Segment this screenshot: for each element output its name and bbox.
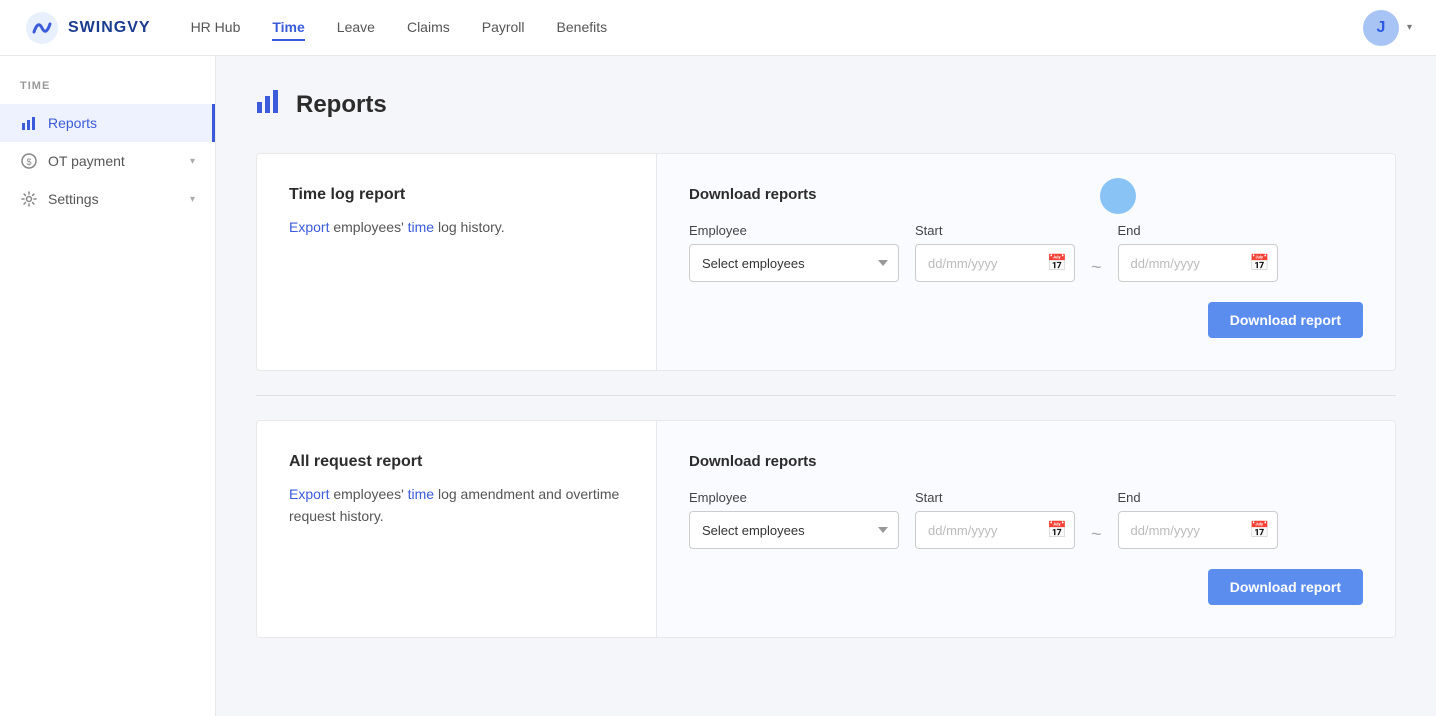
layout: TIME Reports $ OT payment ▾ (0, 56, 1436, 716)
time-log-btn-download-wrap: Download report (689, 302, 1363, 338)
page-header: Reports (256, 88, 1396, 121)
time-log-form-row: Employee Select employees Start 📅 ~ (689, 223, 1363, 282)
sidebar-item-ot-payment[interactable]: $ OT payment ▾ (0, 142, 215, 180)
desc-time-highlight: time (408, 219, 434, 235)
time-log-start-label: Start (915, 223, 1075, 238)
time-log-title: Time log report (289, 186, 624, 204)
time-log-employee-group: Employee Select employees (689, 223, 899, 282)
all-request-end-group: End 📅 (1118, 490, 1278, 549)
all-request-end-label: End (1118, 490, 1278, 505)
page-reports-icon (256, 88, 284, 121)
all-request-start-input-wrap: 📅 (915, 511, 1075, 549)
nav-links: HR Hub Time Leave Claims Payroll Benefit… (191, 15, 1363, 41)
desc-text-1: employees' (333, 219, 407, 235)
time-log-report-section: Time log report Export employees' time l… (256, 153, 1396, 371)
all-request-start-input[interactable] (915, 511, 1075, 549)
all-request-end-input-wrap: 📅 (1118, 511, 1278, 549)
all-request-form-row: Employee Select employees Start 📅 ~ (689, 490, 1363, 549)
settings-chevron-icon: ▾ (190, 194, 195, 205)
all-request-employee-group: Employee Select employees (689, 490, 899, 549)
avatar[interactable]: J (1363, 10, 1399, 46)
nav-link-payroll[interactable]: Payroll (482, 15, 525, 41)
nav-link-time[interactable]: Time (272, 15, 304, 41)
time-log-start-group: Start 📅 (915, 223, 1075, 282)
time-log-download-button[interactable]: Download report (1208, 302, 1363, 338)
time-log-start-input-wrap: 📅 (915, 244, 1075, 282)
logo-text: SWINGVY (68, 19, 151, 37)
sidebar-settings-label: Settings (48, 191, 180, 207)
nav-link-hrhub[interactable]: HR Hub (191, 15, 241, 41)
desc-export-highlight: Export (289, 219, 329, 235)
all-request-text-1: employees' (333, 486, 407, 502)
top-nav: SWINGVY HR Hub Time Leave Claims Payroll… (0, 0, 1436, 56)
time-log-employee-label: Employee (689, 223, 899, 238)
sidebar-reports-label: Reports (48, 115, 192, 131)
all-request-start-label: Start (915, 490, 1075, 505)
time-log-left: Time log report Export employees' time l… (257, 154, 657, 370)
user-menu-chevron-icon[interactable]: ▾ (1407, 22, 1412, 33)
time-log-right: Download reports Employee Select employe… (657, 154, 1395, 370)
sidebar-section-label: TIME (0, 80, 215, 104)
time-log-desc: Export employees' time log history. (289, 216, 624, 238)
time-log-tilde: ~ (1091, 257, 1102, 282)
ot-payment-chevron-icon: ▾ (190, 156, 195, 167)
all-request-right: Download reports Employee Select employe… (657, 421, 1395, 637)
all-request-tilde: ~ (1091, 524, 1102, 549)
all-request-title: All request report (289, 453, 624, 471)
svg-text:$: $ (26, 157, 31, 167)
nav-link-claims[interactable]: Claims (407, 15, 450, 41)
all-request-end-input[interactable] (1118, 511, 1278, 549)
time-log-end-input-wrap: 📅 (1118, 244, 1278, 282)
all-request-desc: Export employees' time log amendment and… (289, 483, 624, 528)
all-request-export-highlight: Export (289, 486, 329, 502)
nav-link-benefits[interactable]: Benefits (557, 15, 608, 41)
time-log-employee-select[interactable]: Select employees (689, 244, 899, 282)
swingvy-logo-icon (24, 10, 60, 46)
all-request-left: All request report Export employees' tim… (257, 421, 657, 637)
desc-text-2: log history. (438, 219, 505, 235)
all-request-report-section: All request report Export employees' tim… (256, 420, 1396, 638)
all-request-start-group: Start 📅 (915, 490, 1075, 549)
sidebar-ot-payment-label: OT payment (48, 153, 180, 169)
time-log-end-input[interactable] (1118, 244, 1278, 282)
section-divider (256, 395, 1396, 396)
loading-spinner (1100, 178, 1136, 214)
all-request-employee-select[interactable]: Select employees (689, 511, 899, 549)
nav-right: J ▾ (1363, 10, 1412, 46)
main-content: Reports Time log report Export employees… (216, 56, 1436, 716)
all-request-employee-label: Employee (689, 490, 899, 505)
time-log-start-input[interactable] (915, 244, 1075, 282)
time-log-download-reports-label: Download reports (689, 186, 1363, 203)
time-log-end-label: End (1118, 223, 1278, 238)
all-request-btn-download-wrap: Download report (689, 569, 1363, 605)
bar-chart-icon (20, 114, 38, 132)
logo[interactable]: SWINGVY (24, 10, 151, 46)
all-request-download-button[interactable]: Download report (1208, 569, 1363, 605)
nav-link-leave[interactable]: Leave (337, 15, 375, 41)
sidebar-item-reports[interactable]: Reports (0, 104, 215, 142)
all-request-download-reports-label: Download reports (689, 453, 1363, 470)
sidebar: TIME Reports $ OT payment ▾ (0, 56, 216, 716)
gear-icon (20, 190, 38, 208)
time-log-end-group: End 📅 (1118, 223, 1278, 282)
sidebar-item-settings[interactable]: Settings ▾ (0, 180, 215, 218)
dollar-circle-icon: $ (20, 152, 38, 170)
page-title: Reports (296, 91, 387, 119)
all-request-time-highlight: time (408, 486, 434, 502)
